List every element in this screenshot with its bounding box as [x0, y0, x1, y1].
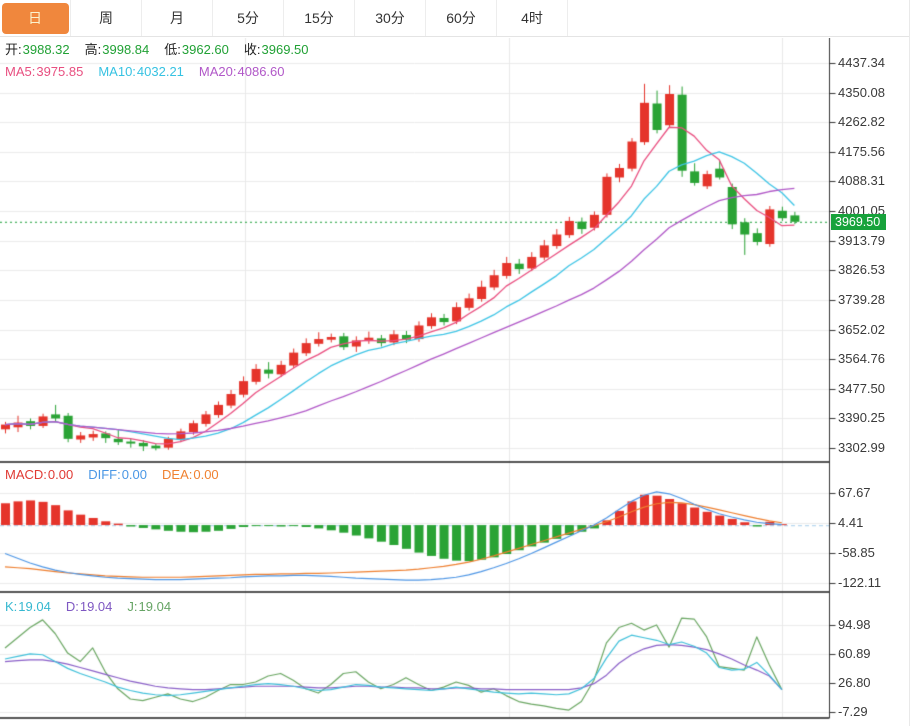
axis-tick-label: 3913.79 [838, 233, 885, 249]
axis-tick-label: 3652.02 [838, 322, 885, 338]
tab-月[interactable]: 月 [142, 0, 213, 36]
axis-tick-label: 67.67 [838, 485, 871, 501]
axis-tick-label: 3739.28 [838, 292, 885, 308]
tab-label: 月 [168, 8, 186, 28]
axis-tick-label: 26.80 [838, 675, 871, 691]
tab-label: 周 [97, 8, 115, 28]
tab-60分[interactable]: 60分 [426, 0, 497, 36]
ohlc-readout: 开:3988.32 高:3998.84 低:3962.60 收:3969.50 [5, 42, 324, 57]
ma-readout: MA5:3975.85 MA10:4032.21 MA20:4086.60 [5, 64, 300, 79]
axis-tick-label: 3826.53 [838, 262, 885, 278]
axis-tick-label: 3477.50 [838, 381, 885, 397]
kline-app: 日 周 月 5分 15分 30分 60分 4时 开:3988.32 高:3998.84 低:396… [0, 0, 910, 726]
ohlc-item: 收:3969.50 [244, 42, 309, 57]
tab-label: 60分 [444, 8, 478, 28]
axis-tick-label: 4175.56 [838, 144, 885, 160]
macd-item: MACD:0.00 [5, 467, 73, 482]
ohlc-item: 高:3998.84 [85, 42, 150, 57]
axis-tick-label: 3564.76 [838, 351, 885, 367]
ma-item: MA10:4032.21 [98, 64, 184, 79]
kdj-item: D:19.04 [66, 599, 113, 614]
tab-label: 5分 [235, 8, 261, 28]
tab-周[interactable]: 周 [71, 0, 142, 36]
axis-tick-label: 60.89 [838, 646, 871, 662]
timeframe-tabs: 日 周 月 5分 15分 30分 60分 4时 [0, 0, 910, 37]
ma-item: MA5:3975.85 [5, 64, 83, 79]
axis-tick-label: 4088.31 [838, 173, 885, 189]
axis-tick-label: 4350.08 [838, 85, 885, 101]
tab-30分[interactable]: 30分 [355, 0, 426, 36]
macd-item: DEA:0.00 [162, 467, 219, 482]
axis-tick-label: 94.98 [838, 617, 871, 633]
macd-readout: MACD:0.00 DIFF:0.00 DEA:0.00 [5, 467, 234, 482]
axis-tick-label: 3390.25 [838, 410, 885, 426]
kdj-readout: K:19.04 D:19.04 J:19.04 [5, 599, 186, 614]
tab-5分[interactable]: 5分 [213, 0, 284, 36]
axis-tick-label: 4262.82 [838, 114, 885, 130]
axis-tick-label: 3302.99 [838, 440, 885, 456]
ohlc-item: 开:3988.32 [5, 42, 70, 57]
tab-label: 4时 [519, 8, 545, 28]
macd-item: DIFF:0.00 [88, 467, 147, 482]
axis-tick-label: -58.85 [838, 545, 875, 561]
tab-日[interactable]: 日 [0, 0, 71, 36]
kdj-item: K:19.04 [5, 599, 51, 614]
ma-item: MA20:4086.60 [199, 64, 285, 79]
ohlc-item: 低:3962.60 [164, 42, 229, 57]
axis-tick-label: 4437.34 [838, 55, 885, 71]
tab-4时[interactable]: 4时 [497, 0, 568, 36]
axis-tick-label: -122.11 [838, 575, 881, 591]
kdj-item: J:19.04 [127, 599, 171, 614]
tab-label: 日 [2, 3, 69, 34]
current-price-tag: 3969.50 [831, 214, 886, 230]
tab-label: 15分 [302, 8, 336, 28]
kline-chart-canvas[interactable] [0, 38, 910, 726]
tab-label: 30分 [373, 8, 407, 28]
axis-tick-label: -7.29 [838, 704, 868, 720]
tab-15分[interactable]: 15分 [284, 0, 355, 36]
axis-tick-label: 4.41 [838, 515, 863, 531]
